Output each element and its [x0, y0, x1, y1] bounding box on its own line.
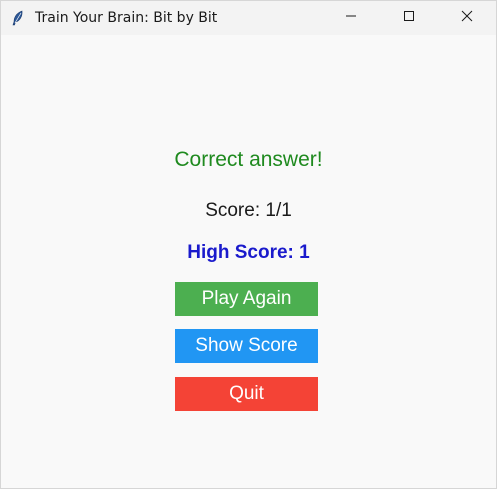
minimize-button[interactable] [322, 1, 380, 35]
maximize-icon [403, 9, 415, 27]
game-panel: Correct answer! Score: 1/1 High Score: 1… [1, 35, 496, 488]
maximize-button[interactable] [380, 1, 438, 35]
minimize-icon [345, 9, 357, 27]
close-icon [461, 9, 473, 27]
app-window: Train Your Brain: Bit by Bit Correct ans… [0, 0, 497, 489]
feather-icon [10, 10, 26, 26]
high-score-label: High Score: 1 [187, 242, 310, 263]
show-score-button[interactable]: Show Score [175, 329, 318, 363]
window-controls [322, 1, 496, 35]
score-label: Score: 1/1 [205, 200, 292, 221]
quit-button[interactable]: Quit [175, 377, 318, 411]
close-button[interactable] [438, 1, 496, 35]
play-again-button[interactable]: Play Again [175, 282, 318, 316]
answer-status-label: Correct answer! [174, 148, 323, 171]
window-title: Train Your Brain: Bit by Bit [35, 10, 218, 26]
title-bar[interactable]: Train Your Brain: Bit by Bit [1, 1, 496, 35]
